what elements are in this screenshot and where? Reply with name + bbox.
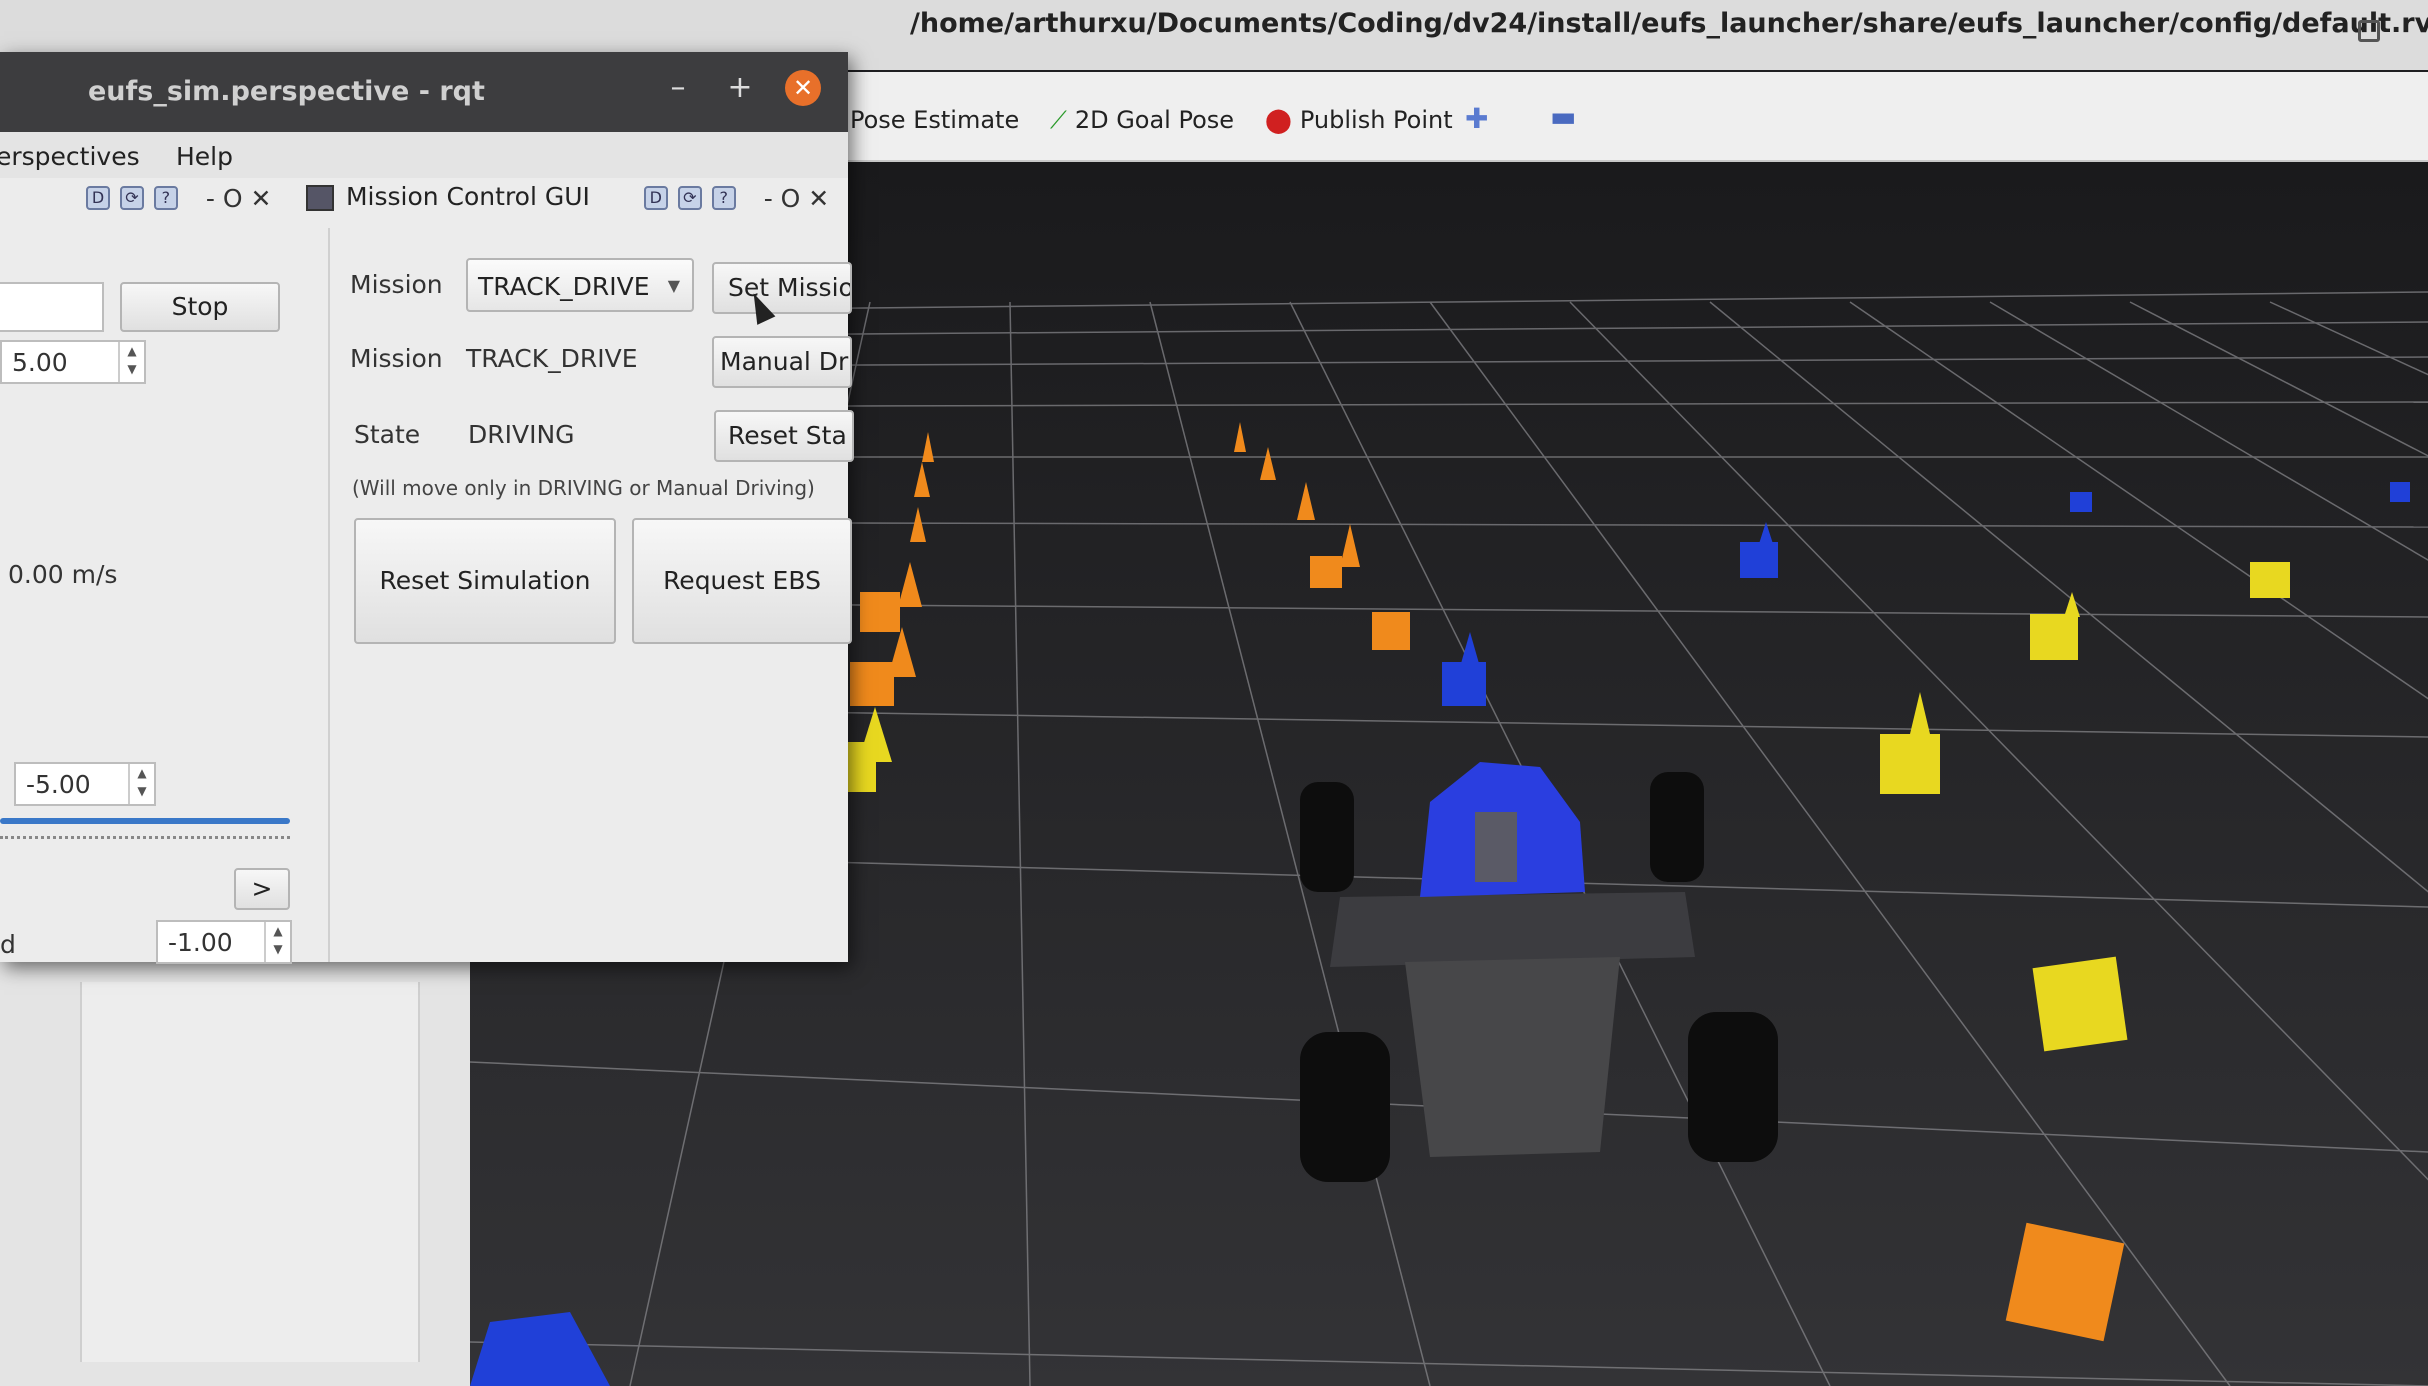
chevron-down-icon: ▼: [667, 276, 680, 295]
set-mission-button[interactable]: Set Missio: [712, 262, 852, 314]
cube-orange: [860, 592, 900, 632]
window-restore-icon[interactable]: [2358, 20, 2380, 42]
rviz-window-title: /home/arthurxu/Documents/Coding/dv24/ins…: [910, 8, 2428, 39]
cube-blue: [1740, 542, 1778, 578]
menu-perspectives[interactable]: erspectives: [0, 142, 140, 171]
speed-slider[interactable]: [0, 818, 290, 824]
plugin-icon: [306, 185, 334, 211]
pose-estimate-label: Pose Estimate: [850, 106, 1020, 134]
add-tool-button[interactable]: ✚: [1465, 102, 1488, 135]
screen: /home/arthurxu/Documents/Coding/dv24/ins…: [0, 0, 2428, 1386]
dock-help-icon[interactable]: D: [643, 186, 668, 210]
topic-input[interactable]: [0, 282, 104, 332]
cube-orange: [2005, 1222, 2125, 1342]
angular-label: d: [0, 930, 16, 959]
state-value: DRIVING: [468, 420, 575, 449]
lower-side-panel-content: [80, 982, 420, 1362]
car-rear-wing: [1330, 892, 1695, 967]
close-button[interactable]: ✕: [785, 70, 821, 106]
maximize-button[interactable]: +: [722, 70, 758, 106]
menu-help[interactable]: Help: [176, 142, 233, 171]
current-mission-label: Mission: [350, 344, 443, 373]
lower-side-panel: [0, 962, 470, 1386]
dock-right-controls[interactable]: - O ✕: [764, 184, 830, 213]
cube-orange: [1372, 612, 1410, 650]
car-rear-right-wheel: [1650, 772, 1704, 882]
dock-left-controls[interactable]: - O ✕: [206, 184, 272, 213]
min-speed-spinbox[interactable]: -5.00 ▲ ▼: [14, 762, 156, 806]
manual-driving-button[interactable]: Manual Dri: [712, 336, 852, 388]
rqt-titlebar: eufs_sim.perspective - rqt – + ✕: [0, 52, 848, 132]
spinbox-arrows-icon[interactable]: ▲ ▼: [118, 342, 144, 382]
max-speed-spinbox[interactable]: 5.00 ▲ ▼: [0, 340, 146, 384]
car-chassis: [1405, 957, 1620, 1157]
cube-blue: [2070, 492, 2092, 512]
rqt-window: eufs_sim.perspective - rqt – + ✕ erspect…: [0, 52, 854, 964]
rqt-window-title: eufs_sim.perspective - rqt: [88, 76, 485, 107]
reset-state-button[interactable]: Reset Sta: [714, 410, 854, 462]
cube-yellow: [2032, 956, 2128, 1052]
driving-hint: (Will move only in DRIVING or Manual Dri…: [352, 476, 815, 500]
angular-value: -1.00: [168, 928, 233, 957]
stop-button[interactable]: Stop: [120, 282, 280, 332]
car-front-left-wheel: [1300, 1032, 1390, 1182]
rviz-toolbar: Pose Estimate ⟋ 2D Goal Pose ⬤ Publish Poi…: [820, 72, 2428, 162]
dock-reload-icon[interactable]: ⟳: [119, 186, 144, 210]
cube-yellow: [2030, 614, 2078, 660]
pose-estimate-tool[interactable]: Pose Estimate: [850, 106, 1019, 134]
left-dock-titlebar: D ⟳ ? - O ✕: [86, 182, 271, 226]
mission-dropdown[interactable]: TRACK_DRIVE ▼: [466, 258, 694, 312]
step-right-button[interactable]: >: [234, 868, 290, 910]
dock-info-icon[interactable]: ?: [711, 186, 736, 210]
goal-pose-label: 2D Goal Pose: [1074, 106, 1235, 134]
mission-control-dock-titlebar: Mission Control GUI D ⟳ ? - O ✕: [306, 182, 829, 226]
robot-steering-panel: Stop 5.00 ▲ ▼ 0.00 m/s -5.00 ▲ ▼ > d -1.00…: [0, 228, 330, 964]
cube-orange: [1310, 556, 1342, 588]
dock-info-icon[interactable]: ?: [153, 186, 178, 210]
request-ebs-button[interactable]: Request EBS: [632, 518, 852, 644]
velocity-readout: 0.00 m/s: [8, 560, 118, 589]
minimize-button[interactable]: –: [660, 70, 696, 106]
dock-reload-icon[interactable]: ⟳: [677, 186, 702, 210]
cube-yellow: [1880, 734, 1940, 794]
min-speed-value: -5.00: [26, 770, 91, 799]
publish-point-label: Publish Point: [1299, 106, 1453, 134]
remove-tool-button[interactable]: ▬: [1550, 100, 1576, 133]
cube-orange: [850, 662, 894, 706]
current-mission-value: TRACK_DRIVE: [466, 344, 638, 373]
car-rear-left-wheel: [1300, 782, 1354, 892]
car-front-right-wheel: [1688, 1012, 1778, 1162]
slider-ticks: [0, 836, 290, 842]
mission-control-title: Mission Control GUI: [345, 182, 590, 211]
spinbox-arrows-icon[interactable]: ▲ ▼: [264, 922, 290, 962]
rqt-menubar: erspectives Help: [0, 132, 848, 178]
state-label: State: [354, 420, 421, 449]
dock-help-icon[interactable]: D: [86, 186, 110, 210]
spinbox-arrows-icon[interactable]: ▲ ▼: [128, 764, 154, 804]
publish-point-tool[interactable]: ⬤ Publish Point: [1265, 106, 1453, 134]
mission-dropdown-value: TRACK_DRIVE: [478, 272, 650, 301]
cube-blue: [2390, 482, 2410, 502]
cube-yellow: [2250, 562, 2290, 598]
max-speed-value: 5.00: [12, 348, 68, 377]
map-pin-icon: ⬤: [1265, 106, 1292, 134]
cube-yellow: [848, 742, 876, 792]
reset-simulation-button[interactable]: Reset Simulation: [354, 518, 616, 644]
cube-blue: [1442, 662, 1486, 706]
angular-spinbox[interactable]: -1.00 ▲ ▼: [156, 920, 292, 964]
car-cockpit: [1475, 812, 1517, 882]
green-arrow-icon: ⟋: [1050, 106, 1067, 134]
goal-pose-tool[interactable]: ⟋ 2D Goal Pose: [1050, 106, 1234, 134]
mission-select-label: Mission: [350, 270, 443, 299]
